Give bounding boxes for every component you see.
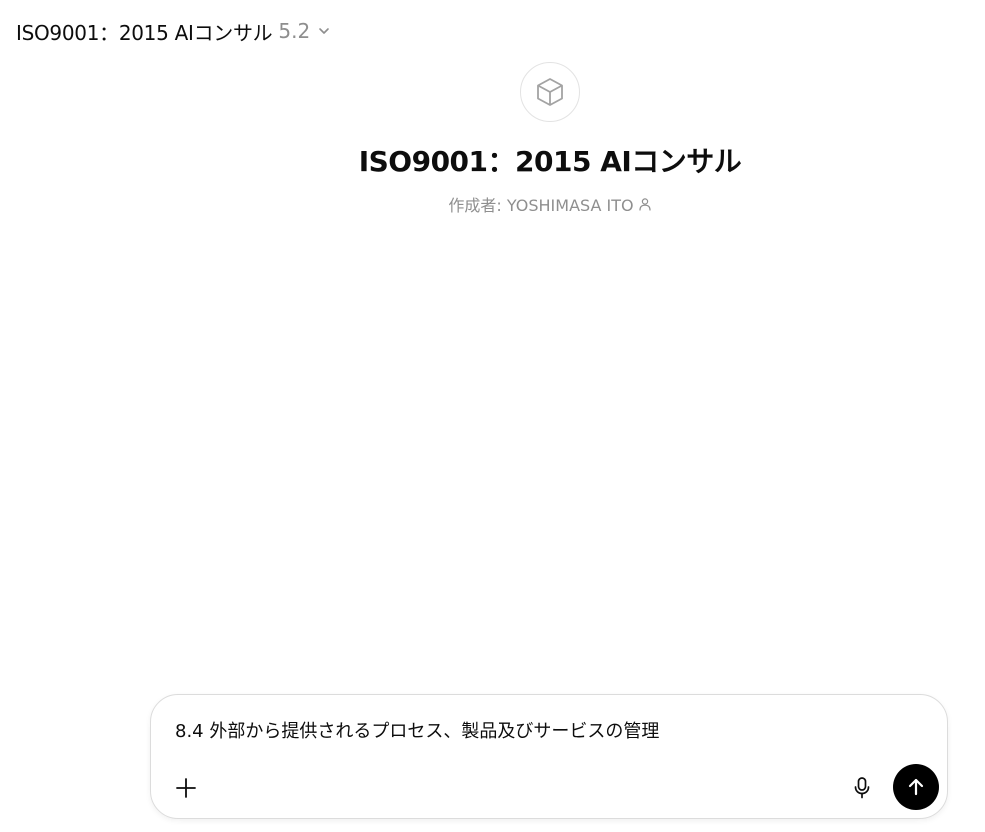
model-version: 5.2	[278, 19, 311, 43]
gpt-avatar	[520, 62, 580, 122]
author-label: 作成者: YOSHIMASA ITO	[448, 196, 634, 215]
gpt-author[interactable]: 作成者: YOSHIMASA ITO	[448, 192, 651, 216]
add-attachment-button[interactable]	[169, 771, 203, 805]
cube-icon	[533, 75, 567, 109]
microphone-icon	[852, 776, 872, 800]
chevron-down-icon	[316, 23, 332, 39]
plus-icon	[175, 777, 197, 799]
composer[interactable]: 8.4 外部から提供されるプロセス、製品及びサービスの管理	[150, 694, 948, 819]
model-selector[interactable]: ISO9001：2015 AIコンサル 5.2	[16, 16, 332, 46]
model-name: ISO9001：2015 AIコンサル	[16, 20, 273, 45]
arrow-up-icon	[905, 776, 927, 798]
gpt-title: ISO9001：2015 AIコンサル	[358, 145, 742, 178]
gpt-info: ISO9001：2015 AIコンサル 作成者: YOSHIMASA ITO	[0, 62, 985, 216]
dictate-button[interactable]	[845, 771, 879, 805]
prompt-input[interactable]: 8.4 外部から提供されるプロセス、製品及びサービスの管理	[175, 717, 659, 743]
send-button[interactable]	[893, 764, 939, 810]
person-icon	[638, 197, 652, 211]
